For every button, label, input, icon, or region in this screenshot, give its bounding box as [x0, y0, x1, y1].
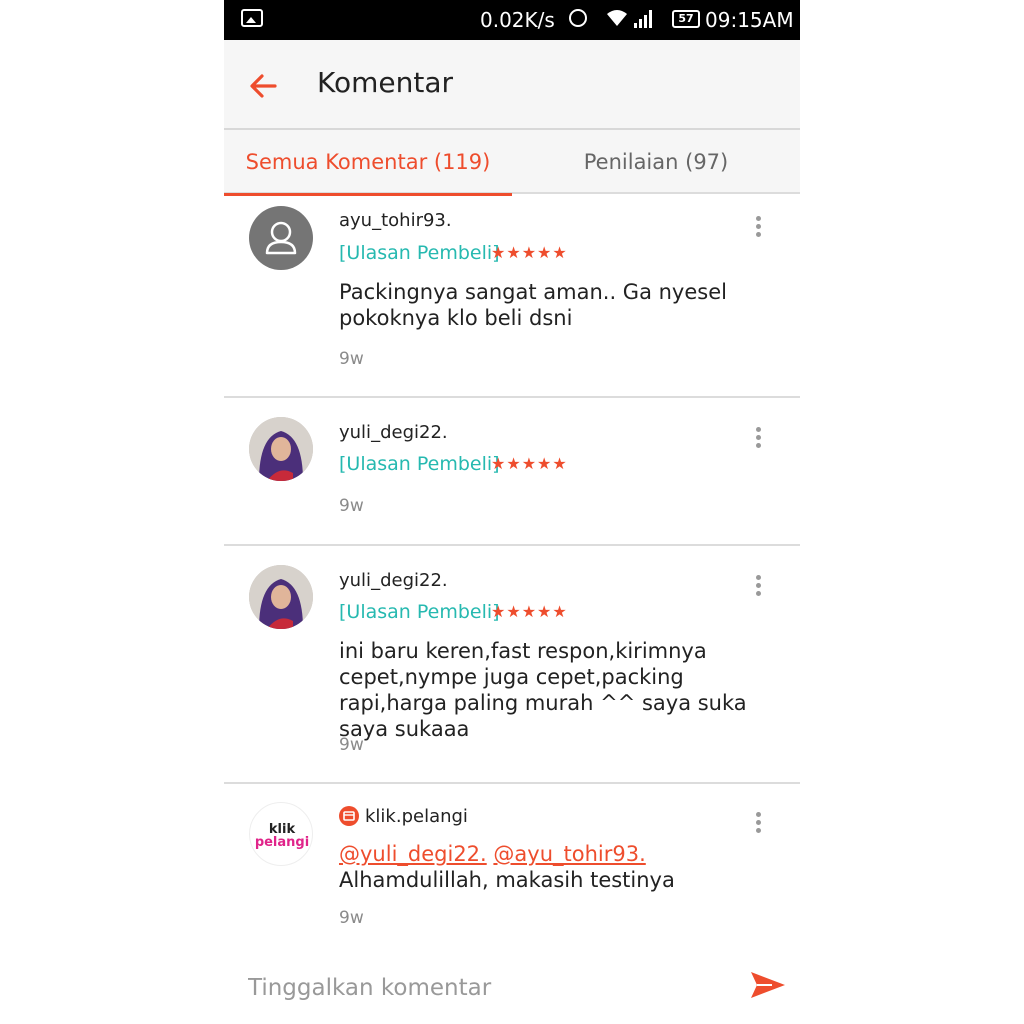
user-icon	[265, 221, 297, 255]
user-photo-icon	[249, 565, 313, 629]
comment-time: 9w	[339, 908, 364, 928]
avatar[interactable]	[249, 206, 313, 270]
network-speed: 0.02K/s	[480, 8, 555, 32]
comment-username[interactable]: yuli_degi22.	[339, 422, 448, 443]
comment-username[interactable]: yuli_degi22.	[339, 570, 448, 591]
wifi-icon	[607, 10, 627, 26]
comment-input-bar	[224, 948, 800, 1024]
page-title: Komentar	[317, 66, 453, 99]
comment-username[interactable]: ayu_tohir93.	[339, 210, 452, 231]
buyer-review-badge: [Ulasan Pembeli]	[339, 601, 500, 623]
tab-all-comments[interactable]: Semua Komentar (119)	[224, 130, 512, 196]
shop-logo-icon: klik pelangi	[255, 822, 309, 850]
back-arrow-icon[interactable]	[248, 71, 278, 101]
buyer-review-badge: [Ulasan Pembeli]	[339, 242, 500, 264]
comment-time: 9w	[339, 735, 364, 755]
mention-link[interactable]: @ayu_tohir93.	[493, 842, 645, 866]
more-options-icon[interactable]	[752, 427, 764, 455]
more-options-icon[interactable]	[752, 216, 764, 244]
comment-input[interactable]	[246, 962, 730, 1014]
comment-time: 9w	[339, 496, 364, 516]
image-notification-icon	[241, 9, 263, 27]
header-bar: Komentar	[224, 40, 800, 130]
battery-icon: 57	[672, 10, 700, 28]
tab-ratings[interactable]: Penilaian (97)	[512, 130, 800, 194]
comment-item: yuli_degi22. [Ulasan Pembeli] ★★★★★ 9w	[224, 398, 800, 546]
comment-text: @yuli_degi22. @ayu_tohir93. Alhamdulilla…	[339, 841, 779, 893]
avatar[interactable]	[249, 565, 313, 629]
comment-text: Packingnya sangat aman.. Ga nyesel pokok…	[339, 280, 727, 330]
status-bar: 0.02K/s 57 09:15AM	[224, 0, 800, 40]
send-icon[interactable]	[750, 970, 786, 1000]
tab-bar: Semua Komentar (119) Penilaian (97)	[224, 130, 800, 196]
comment-item: ayu_tohir93. [Ulasan Pembeli] ★★★★★ Pack…	[224, 194, 800, 398]
shop-username[interactable]: klik.pelangi	[365, 806, 468, 827]
rating-stars: ★★★★★	[491, 454, 568, 473]
more-options-icon[interactable]	[752, 575, 764, 603]
logo-text-pelangi: pelangi	[255, 835, 309, 850]
clock: 09:15AM	[705, 8, 794, 32]
more-options-icon[interactable]	[752, 812, 764, 840]
reply-text: Alhamdulillah, makasih testinya	[339, 868, 675, 892]
rating-stars: ★★★★★	[491, 602, 568, 621]
comment-text: ini baru keren,fast respon,kirimnya cepe…	[339, 639, 747, 741]
mention-link[interactable]: @yuli_degi22.	[339, 842, 487, 866]
battery-level: 57	[678, 12, 694, 25]
user-photo-icon	[249, 417, 313, 481]
buyer-review-badge: [Ulasan Pembeli]	[339, 453, 500, 475]
comment-item: yuli_degi22. [Ulasan Pembeli] ★★★★★ ini …	[224, 546, 800, 784]
avatar[interactable]	[249, 417, 313, 481]
phone-screen: 0.02K/s 57 09:15AM Komentar Semua Koment…	[224, 0, 800, 1024]
comment-time: 9w	[339, 349, 364, 369]
comment-item: klik pelangi klik.pelangi @yuli_degi22. …	[224, 784, 800, 950]
shop-icon	[339, 806, 359, 826]
avatar[interactable]: klik pelangi	[249, 802, 313, 866]
alarm-icon	[569, 9, 587, 27]
rating-stars: ★★★★★	[491, 243, 568, 262]
signal-icon	[634, 10, 652, 28]
